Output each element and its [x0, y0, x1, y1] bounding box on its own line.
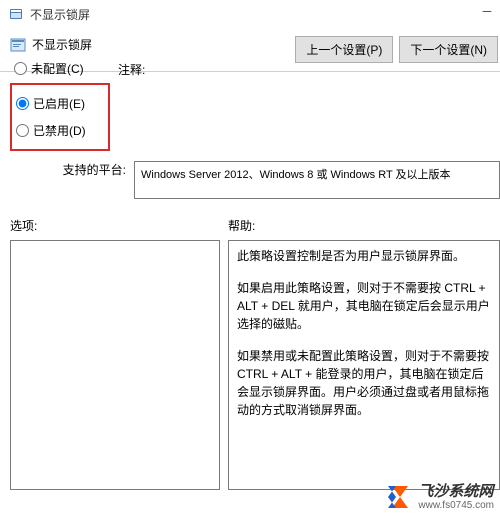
options-box [10, 240, 220, 490]
supported-label: 支持的平台: [10, 161, 134, 178]
watermark-url: www.fs0745.com [418, 500, 494, 511]
comment-label: 注释: [118, 61, 145, 78]
window-controls: ─ [480, 4, 494, 18]
policy-title: 不显示锁屏 [32, 36, 92, 53]
radio-enabled[interactable]: 已启用(E) [16, 95, 102, 112]
radio-disabled-label: 已禁用(D) [33, 122, 86, 139]
help-paragraph: 如果禁用或未配置此策略设置，则对于不需要按 CTRL + ALT + 能登录的用… [237, 347, 491, 419]
watermark-icon [386, 484, 412, 510]
radio-highlight-box: 已启用(E) 已禁用(D) [10, 83, 110, 151]
watermark: 飞沙系统网 www.fs0745.com [386, 484, 494, 512]
policy-title-block: 不显示锁屏 [10, 36, 295, 53]
help-box: 此策略设置控制是否为用户显示锁屏界面。 如果启用此策略设置，则对于不需要按 CT… [228, 240, 500, 490]
titlebar: 不显示锁屏 ─ [0, 0, 500, 28]
radio-enabled-input[interactable] [16, 97, 29, 110]
help-paragraph: 如果启用此策略设置，则对于不需要按 CTRL + ALT + DEL 就用户，其… [237, 279, 491, 333]
policy-icon [10, 37, 26, 53]
supported-platforms-box: Windows Server 2012、Windows 8 或 Windows … [134, 161, 500, 199]
radio-disabled[interactable]: 已禁用(D) [16, 122, 102, 139]
window-title: 不显示锁屏 [30, 6, 90, 23]
radio-enabled-label: 已启用(E) [33, 95, 85, 112]
policy-app-icon [8, 6, 24, 22]
radio-not-configured-input[interactable] [14, 62, 27, 75]
help-label: 帮助: [228, 217, 500, 234]
next-setting-button[interactable]: 下一个设置(N) [399, 36, 498, 63]
radio-disabled-input[interactable] [16, 124, 29, 137]
help-paragraph: 此策略设置控制是否为用户显示锁屏界面。 [237, 247, 491, 265]
watermark-title: 飞沙系统网 [418, 484, 494, 501]
prev-setting-button[interactable]: 上一个设置(P) [295, 36, 393, 63]
minimize-icon[interactable]: ─ [480, 4, 494, 18]
supported-platforms-text: Windows Server 2012、Windows 8 或 Windows … [141, 169, 451, 181]
radio-not-configured-label: 未配置(C) [31, 60, 84, 77]
options-label: 选项: [10, 217, 220, 234]
